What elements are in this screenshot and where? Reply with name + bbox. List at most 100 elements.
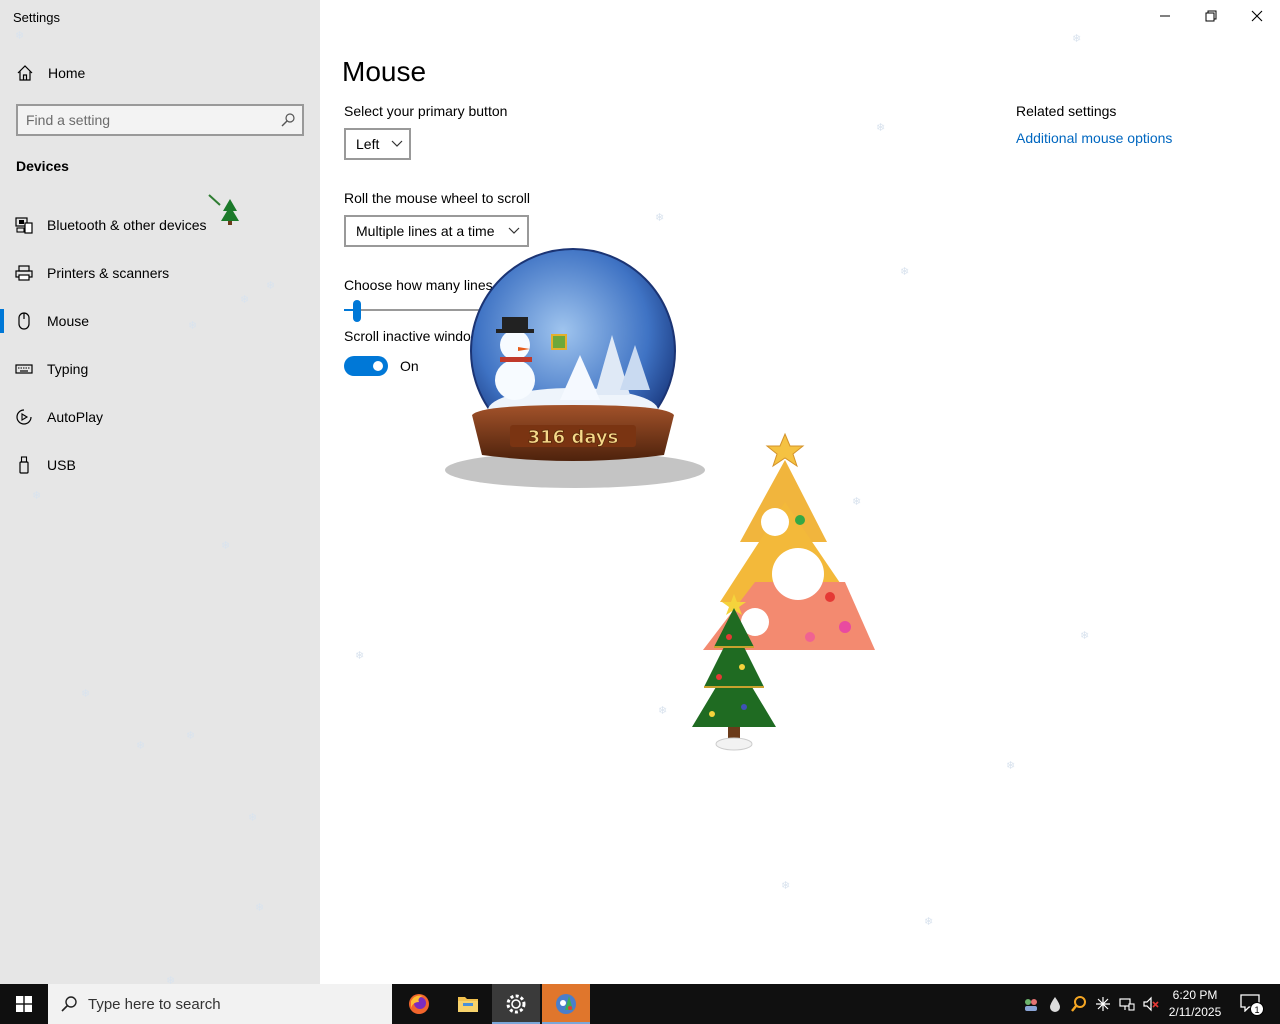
snowflake-icon: ❄ bbox=[240, 293, 250, 306]
search-icon bbox=[61, 996, 77, 1012]
mini-christmas-tree-icon bbox=[208, 194, 239, 225]
taskbar-app-christmas[interactable] bbox=[542, 984, 590, 1024]
snowflake-icon: ❄ bbox=[221, 539, 231, 552]
notification-count-badge: 1 bbox=[1250, 1002, 1264, 1016]
christmas-app-icon bbox=[556, 994, 576, 1014]
scroll-wheel-label: Roll the mouse wheel to scroll bbox=[344, 190, 530, 206]
section-title: Devices bbox=[16, 158, 69, 174]
snowflake-icon: ❄ bbox=[658, 704, 668, 717]
nav-item-label: Bluetooth & other devices bbox=[47, 217, 207, 233]
find-setting-input[interactable] bbox=[26, 111, 276, 129]
magnifier-icon[interactable] bbox=[1070, 994, 1088, 1014]
clock-time: 6:20 PM bbox=[1172, 988, 1218, 1002]
nav-item-label: Printers & scanners bbox=[47, 265, 170, 281]
snowflake-icon: ❄ bbox=[81, 687, 91, 700]
selection-indicator bbox=[0, 309, 4, 333]
drop-icon[interactable] bbox=[1046, 994, 1064, 1014]
christmas-tree-icon bbox=[692, 594, 776, 751]
snowflake-icon: ❄ bbox=[1006, 759, 1016, 772]
start-button[interactable] bbox=[0, 984, 48, 1024]
settings-icon bbox=[506, 994, 526, 1014]
snowflake-icon: ❄ bbox=[1072, 32, 1082, 45]
snowflake-icon: ❄ bbox=[188, 319, 198, 332]
action-center-button[interactable]: 1 bbox=[1232, 984, 1272, 1024]
nav-item-label: AutoPlay bbox=[47, 409, 104, 425]
window-title: Settings bbox=[13, 10, 60, 25]
nav-item-typing[interactable]: Typing bbox=[0, 349, 320, 389]
snowflake-icon: ❄ bbox=[32, 489, 42, 502]
snowflake-icon: ❄ bbox=[355, 649, 365, 662]
autoplay-icon bbox=[16, 409, 32, 425]
bluetooth-devices-icon bbox=[15, 217, 33, 234]
usb-icon bbox=[19, 456, 29, 474]
scroll-wheel-dropdown[interactable]: Multiple lines at a time bbox=[344, 215, 529, 247]
file-explorer-icon bbox=[458, 997, 478, 1012]
nav-item-usb[interactable]: USB bbox=[0, 445, 320, 485]
firefox-icon bbox=[409, 994, 429, 1014]
snow-globe-countdown: 316 days bbox=[445, 248, 705, 488]
related-settings-title: Related settings bbox=[1016, 103, 1117, 119]
nav-home[interactable]: Home bbox=[0, 58, 320, 88]
slider-fill bbox=[344, 309, 353, 311]
close-icon bbox=[1251, 10, 1263, 22]
restore-icon bbox=[1205, 10, 1217, 22]
find-setting-search[interactable] bbox=[16, 104, 304, 136]
people-icon[interactable] bbox=[1022, 994, 1040, 1014]
scroll-wheel-value: Multiple lines at a time bbox=[356, 223, 495, 239]
nav-item-bluetooth[interactable]: Bluetooth & other devices bbox=[0, 205, 320, 245]
windows-logo-icon bbox=[16, 996, 32, 1012]
keyboard-icon bbox=[15, 364, 33, 374]
taskbar-clock[interactable]: 6:20 PM 2/11/2025 bbox=[1162, 987, 1228, 1021]
scroll-inactive-toggle[interactable] bbox=[344, 356, 388, 376]
snowflake-icon: ❄ bbox=[781, 879, 791, 892]
snowflake-icon: ❄ bbox=[186, 729, 196, 742]
clock-date: 2/11/2025 bbox=[1168, 1005, 1222, 1019]
snowflake-icon: ❄ bbox=[852, 495, 862, 508]
search-icon[interactable] bbox=[280, 112, 296, 128]
additional-mouse-options-link[interactable]: Additional mouse options bbox=[1016, 130, 1172, 146]
primary-button-value: Left bbox=[356, 136, 380, 152]
nav-item-autoplay[interactable]: AutoPlay bbox=[0, 397, 320, 437]
primary-button-dropdown[interactable]: Left bbox=[344, 128, 411, 160]
taskbar-search-box[interactable] bbox=[48, 984, 392, 1024]
chevron-down-icon bbox=[391, 140, 403, 147]
snowflake-icon: ❄ bbox=[924, 915, 934, 928]
network-icon[interactable] bbox=[1118, 994, 1136, 1014]
minimize-button[interactable] bbox=[1142, 0, 1188, 32]
snowflake-icon: ❄ bbox=[876, 121, 886, 134]
restore-button[interactable] bbox=[1188, 0, 1234, 32]
home-icon bbox=[17, 65, 33, 81]
mouse-icon bbox=[18, 312, 30, 330]
primary-button-label: Select your primary button bbox=[344, 103, 508, 119]
snowflake-icon: ❄ bbox=[900, 265, 910, 278]
snowflake-icon: ❄ bbox=[655, 211, 665, 224]
nav-item-label: Typing bbox=[47, 361, 89, 377]
sparkle-icon[interactable] bbox=[1094, 994, 1112, 1014]
snowflake-icon: ❄ bbox=[1080, 629, 1090, 642]
toggle-state-label: On bbox=[400, 358, 419, 374]
nav-item-mouse[interactable]: Mouse bbox=[0, 301, 320, 341]
taskbar-search-input[interactable] bbox=[88, 994, 378, 1014]
snowflake-icon: ❄ bbox=[255, 901, 265, 914]
taskbar-app-firefox[interactable] bbox=[395, 984, 443, 1024]
chevron-down-icon bbox=[508, 227, 520, 234]
nav-item-label: USB bbox=[47, 457, 76, 473]
volume-muted-icon[interactable] bbox=[1142, 994, 1160, 1014]
slider-thumb[interactable] bbox=[353, 300, 361, 322]
snowflake-icon: ❄ bbox=[15, 29, 25, 42]
snowflake-icon: ❄ bbox=[266, 279, 276, 292]
navigation-pane: Settings Home Devices Bluetooth & other … bbox=[0, 0, 320, 984]
nav-item-label: Mouse bbox=[47, 313, 90, 329]
nav-home-label: Home bbox=[48, 65, 86, 81]
printer-icon bbox=[15, 265, 33, 281]
taskbar-app-file-explorer[interactable] bbox=[444, 984, 492, 1024]
toggle-knob bbox=[373, 361, 383, 371]
minimize-icon bbox=[1160, 15, 1170, 17]
taskbar-app-settings[interactable] bbox=[492, 984, 540, 1024]
countdown-text: 316 days bbox=[528, 427, 619, 448]
page-title: Mouse bbox=[342, 56, 427, 87]
snowflake-icon: ❄ bbox=[136, 739, 146, 752]
close-button[interactable] bbox=[1234, 0, 1280, 32]
taskbar: 6:20 PM 2/11/2025 1 bbox=[0, 984, 1280, 1024]
snowflake-icon: ❄ bbox=[248, 811, 258, 824]
